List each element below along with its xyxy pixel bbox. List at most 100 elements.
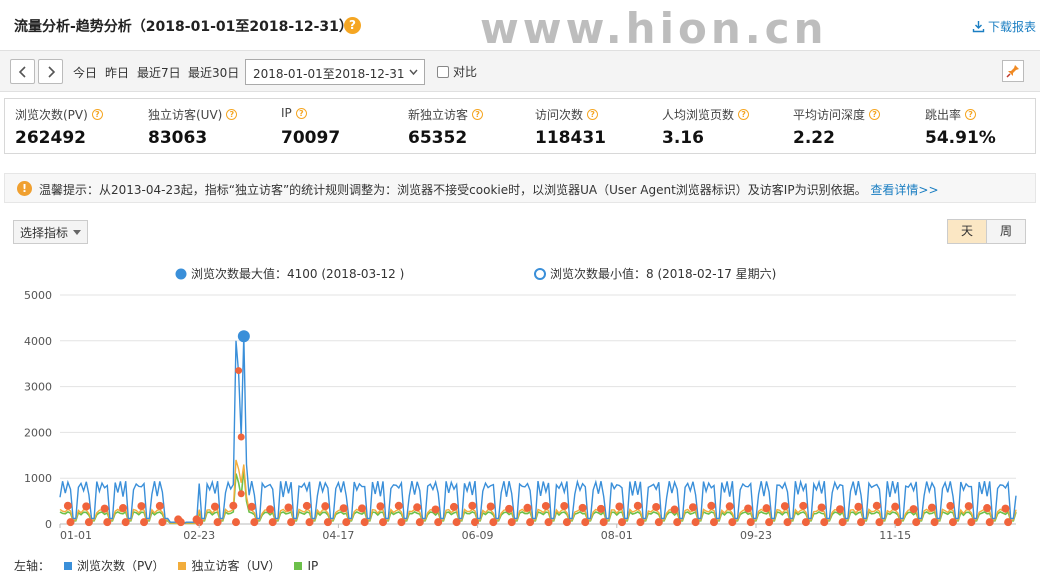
event-marker (121, 518, 130, 527)
range-last-7-days[interactable]: 最近7日 (137, 64, 181, 81)
legend-swatch (178, 561, 187, 570)
help-icon[interactable]: ? (738, 109, 750, 120)
event-marker (452, 518, 461, 527)
event-marker (691, 518, 700, 527)
page-title: 流量分析-趋势分析（2018-01-01至2018-12-31） (14, 19, 353, 35)
event-marker (394, 501, 403, 510)
event-marker (599, 518, 608, 527)
metrics-summary: 浏览次数(PV)? 262492 独立访客(UV)? 83063 IP? 700… (4, 98, 1036, 154)
metric-visits: 访问次数? 118431 (535, 99, 662, 153)
notice-details-link[interactable]: 查看详情>> (870, 183, 938, 197)
help-icon[interactable]: ? (295, 107, 307, 119)
event-marker (82, 502, 91, 511)
chart-legend: 左轴： 浏览次数（PV） 独立访客（UV） IP (14, 557, 318, 574)
range-today[interactable]: 今日 (73, 64, 97, 81)
metric-value: 83063 (148, 128, 208, 148)
event-marker (237, 433, 245, 441)
next-period-button[interactable] (38, 59, 63, 84)
event-marker (836, 505, 845, 514)
event-marker (63, 501, 72, 510)
event-marker (415, 518, 424, 527)
event-marker (103, 518, 112, 527)
compare-checkbox[interactable] (437, 65, 449, 78)
event-marker (930, 518, 939, 527)
metric-value: 65352 (408, 128, 468, 148)
event-marker (673, 518, 682, 527)
help-icon[interactable]: ? (869, 109, 881, 120)
y-tick-label: 3000 (24, 381, 52, 394)
event-marker (339, 504, 348, 513)
event-marker (597, 504, 606, 513)
event-marker (229, 501, 238, 510)
event-marker (746, 518, 755, 527)
x-tick-label: 04-17 (322, 529, 354, 542)
y-tick-label: 0 (45, 518, 52, 531)
event-marker (927, 503, 936, 512)
event-marker (140, 518, 149, 527)
event-marker (854, 502, 863, 511)
legend-item-uv[interactable]: 独立访客（UV） (178, 557, 280, 574)
range-yesterday[interactable]: 昨日 (105, 64, 129, 81)
event-marker (891, 502, 900, 511)
select-metric-label: 选择指标 (20, 225, 69, 240)
range-last-30-days[interactable]: 最近30日 (188, 64, 239, 81)
help-icon[interactable]: ? (472, 109, 484, 120)
event-marker (305, 518, 314, 527)
notice-icon: ! (17, 181, 32, 196)
metric-ip: IP? 70097 (281, 99, 408, 153)
event-marker (985, 518, 994, 527)
event-marker (66, 518, 75, 527)
pin-button[interactable] (1002, 60, 1024, 82)
help-icon[interactable]: ? (226, 109, 238, 120)
prev-period-button[interactable] (10, 59, 35, 84)
event-marker (725, 502, 734, 511)
granularity-day-button[interactable]: 天 (947, 219, 987, 244)
y-tick-label: 5000 (24, 289, 52, 302)
legend-label: 独立访客（UV） (191, 559, 281, 573)
legend-item-ip[interactable]: IP (294, 559, 318, 573)
event-marker (247, 502, 256, 511)
event-marker (872, 501, 881, 510)
metric-label: 平均访问深度 (793, 108, 866, 122)
event-marker (709, 518, 718, 527)
download-report-link[interactable]: 下载报表 (972, 18, 1036, 35)
x-tick-label: 01-01 (60, 529, 92, 542)
select-metric-dropdown[interactable]: 选择指标 (13, 220, 89, 244)
event-marker (744, 504, 753, 513)
compare-toggle[interactable]: 对比 (437, 63, 477, 80)
granularity-week-button[interactable]: 周 (986, 219, 1026, 244)
event-marker (762, 504, 771, 513)
x-tick-label: 02-23 (183, 529, 215, 542)
date-range-picker[interactable]: 2018-01-01至2018-12-31 (245, 59, 425, 85)
event-marker (268, 518, 277, 527)
event-marker (967, 518, 976, 527)
metric-new-visitors: 新独立访客? 65352 (408, 99, 535, 153)
event-marker (489, 518, 498, 527)
event-marker (875, 518, 884, 527)
event-marker (84, 518, 93, 527)
chevron-down-icon (409, 69, 418, 76)
event-marker (799, 501, 808, 510)
min-annotation: 浏览次数最小值：8 (2018-02-17 星期六) (550, 266, 776, 281)
x-tick-label: 08-01 (601, 529, 633, 542)
event-marker (654, 518, 663, 527)
legend-swatch (294, 561, 303, 570)
event-marker (801, 518, 810, 527)
legend-item-pv[interactable]: 浏览次数（PV） (64, 557, 164, 574)
legend-label: IP (307, 558, 319, 573)
pin-icon (1006, 65, 1019, 78)
metric-label: 独立访客(UV) (148, 108, 223, 122)
event-marker (581, 518, 590, 527)
download-icon (972, 21, 985, 33)
help-icon[interactable]: ? (344, 17, 361, 34)
event-marker (964, 502, 973, 511)
help-icon[interactable]: ? (587, 109, 599, 120)
event-marker (507, 518, 516, 527)
event-marker (670, 505, 679, 514)
min-legend-dot (534, 268, 546, 280)
help-icon[interactable]: ? (965, 109, 977, 120)
help-icon[interactable]: ? (91, 109, 103, 120)
event-marker (100, 504, 109, 513)
legend-swatch (64, 561, 73, 570)
watermark: www.hion.cn (480, 4, 828, 53)
